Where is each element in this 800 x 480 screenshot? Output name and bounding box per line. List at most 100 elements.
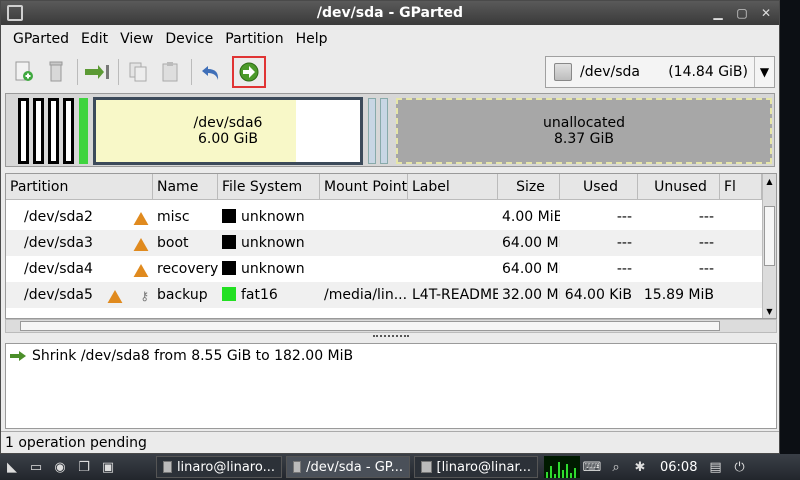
partition-block-fat16[interactable] <box>79 98 88 164</box>
operation-text: Shrink /dev/sda8 from 8.55 GiB to 182.00… <box>32 348 354 364</box>
filesystem-text: unknown <box>241 235 305 251</box>
filesystem-cell: unknown <box>218 261 320 277</box>
filesystem-color-swatch <box>222 287 236 301</box>
apply-icon[interactable] <box>232 56 266 88</box>
unallocated-space[interactable]: unallocated 8.37 GiB <box>396 98 772 164</box>
col-size[interactable]: Size <box>498 174 560 200</box>
menu-help[interactable]: Help <box>290 31 334 47</box>
device-selector[interactable]: /dev/sda (14.84 GiB) ▼ <box>545 56 775 88</box>
label-cell: L4T-README <box>412 287 498 303</box>
cpu-monitor <box>544 456 580 478</box>
col-name[interactable]: Name <box>153 174 218 200</box>
toolbar-separator <box>191 59 192 85</box>
partition-block[interactable] <box>63 98 74 164</box>
maximize-icon[interactable]: ▢ <box>733 4 751 22</box>
task-label: [linaro@linar... <box>436 459 532 475</box>
start-menu-icon[interactable]: ◣ <box>0 456 24 478</box>
partition-cell: /dev/sda5 ⚷ <box>6 287 153 303</box>
col-partition[interactable]: Partition <box>6 174 153 200</box>
resize-arrow-icon <box>10 351 26 361</box>
undo-icon[interactable] <box>196 57 226 87</box>
unallocated-size: 8.37 GiB <box>554 131 614 147</box>
filesystem-color-swatch <box>222 261 236 275</box>
unallocated-label: unallocated <box>543 115 625 131</box>
menu-device[interactable]: Device <box>159 31 219 47</box>
table-row[interactable]: /dev/sda4 recovery unknown 64.00 MiB --- --- <box>6 256 762 282</box>
partition-block[interactable] <box>48 98 59 164</box>
task-label: /dev/sda - GP... <box>306 459 403 475</box>
delete-icon[interactable] <box>41 57 71 87</box>
col-label[interactable]: Label <box>408 174 498 200</box>
table-header: Partition Name File System Mount Point L… <box>6 174 762 200</box>
size-cell: 64.00 MiB <box>502 235 560 251</box>
table-body: /dev/sda2 misc unknown 4.00 MiB --- ---/dev/s… <box>6 204 762 308</box>
partition-sda6[interactable]: /dev/sda6 6.00 GiB <box>93 97 363 165</box>
clock[interactable]: 06:08 <box>660 460 697 475</box>
unused-cell: --- <box>698 209 714 225</box>
title-bar[interactable]: /dev/sda - GParted ▁ ▢ ✕ <box>1 1 779 25</box>
scroll-thumb[interactable] <box>764 206 775 266</box>
pane-divider-grip[interactable] <box>373 335 409 339</box>
menu-partition[interactable]: Partition <box>219 31 289 47</box>
power-icon[interactable]: ⏻ <box>727 456 751 478</box>
pending-operations-list: Shrink /dev/sda8 from 8.55 GiB to 182.00… <box>5 343 777 429</box>
windows-icon[interactable]: ❐ <box>72 456 96 478</box>
copy-icon[interactable] <box>123 57 153 87</box>
col-mount-point[interactable]: Mount Point <box>320 174 408 200</box>
task-terminal-1[interactable]: linaro@linaro... <box>156 456 282 478</box>
desktop-icon[interactable]: ▣ <box>96 456 120 478</box>
task-terminal-2[interactable]: [linaro@linar... <box>414 456 538 478</box>
operation-item[interactable]: Shrink /dev/sda8 from 8.55 GiB to 182.00… <box>10 348 353 364</box>
col-filesystem[interactable]: File System <box>218 174 320 200</box>
minimize-icon[interactable]: ▁ <box>709 4 727 22</box>
size-cell: 4.00 MiB <box>502 209 560 225</box>
search-icon[interactable]: ⌕ <box>604 456 628 478</box>
scroll-down-icon[interactable]: ▼ <box>763 305 776 317</box>
col-used[interactable]: Used <box>560 174 638 200</box>
bluetooth-icon[interactable]: ✱ <box>628 456 652 478</box>
vertical-scrollbar[interactable]: ▲ ▼ <box>762 174 776 318</box>
unused-cell: --- <box>698 235 714 251</box>
keyboard-icon[interactable]: ⌨ <box>580 456 604 478</box>
file-manager-icon[interactable]: ▭ <box>24 456 48 478</box>
table-row[interactable]: /dev/sda2 misc unknown 4.00 MiB --- --- <box>6 204 762 230</box>
paste-icon[interactable] <box>155 57 185 87</box>
name-cell: recovery <box>157 261 218 277</box>
partition-cell: /dev/sda3 <box>6 235 153 251</box>
warning-icon <box>133 212 149 225</box>
status-bar: 1 operation pending <box>1 431 779 453</box>
device-size: (14.84 GiB) <box>668 64 748 80</box>
menu-edit[interactable]: Edit <box>75 31 114 47</box>
menu-view[interactable]: View <box>114 31 159 47</box>
toolbar-separator <box>77 59 78 85</box>
filesystem-color-swatch <box>222 209 236 223</box>
table-row[interactable]: /dev/sda3 boot unknown 64.00 MiB --- --- <box>6 230 762 256</box>
partition-block[interactable] <box>18 98 29 164</box>
gparted-icon <box>293 461 302 473</box>
filesystem-cell: fat16 <box>218 287 320 303</box>
menu-gparted[interactable]: GParted <box>7 31 75 47</box>
close-icon[interactable]: ✕ <box>757 4 775 22</box>
warning-icon <box>133 238 149 251</box>
resize-move-icon[interactable] <box>82 57 112 87</box>
partition-table: Partition Name File System Mount Point L… <box>5 173 777 319</box>
new-icon[interactable] <box>9 57 39 87</box>
filesystem-cell: unknown <box>218 235 320 251</box>
lock-icon[interactable]: ▤ <box>703 456 727 478</box>
partition-block[interactable] <box>33 98 44 164</box>
partition-block[interactable] <box>380 98 388 164</box>
col-flags[interactable]: Fl <box>720 174 762 200</box>
horizontal-scrollbar[interactable] <box>5 319 777 333</box>
partition-path: /dev/sda4 <box>24 261 93 277</box>
size-cell: 32.00 MiB <box>502 287 560 303</box>
scroll-thumb[interactable] <box>20 321 720 331</box>
scroll-up-icon[interactable]: ▲ <box>763 175 776 187</box>
table-row[interactable]: /dev/sda5 ⚷ backup fat16/media/lin... L4T-RE… <box>6 282 762 308</box>
filesystem-cell: unknown <box>218 209 320 225</box>
task-gparted[interactable]: /dev/sda - GP... <box>286 456 410 478</box>
dropdown-arrow-icon[interactable]: ▼ <box>754 57 774 87</box>
browser-icon[interactable]: ◉ <box>48 456 72 478</box>
col-unused[interactable]: Unused <box>638 174 720 200</box>
task-label: linaro@linaro... <box>176 459 275 475</box>
partition-block[interactable] <box>368 98 376 164</box>
